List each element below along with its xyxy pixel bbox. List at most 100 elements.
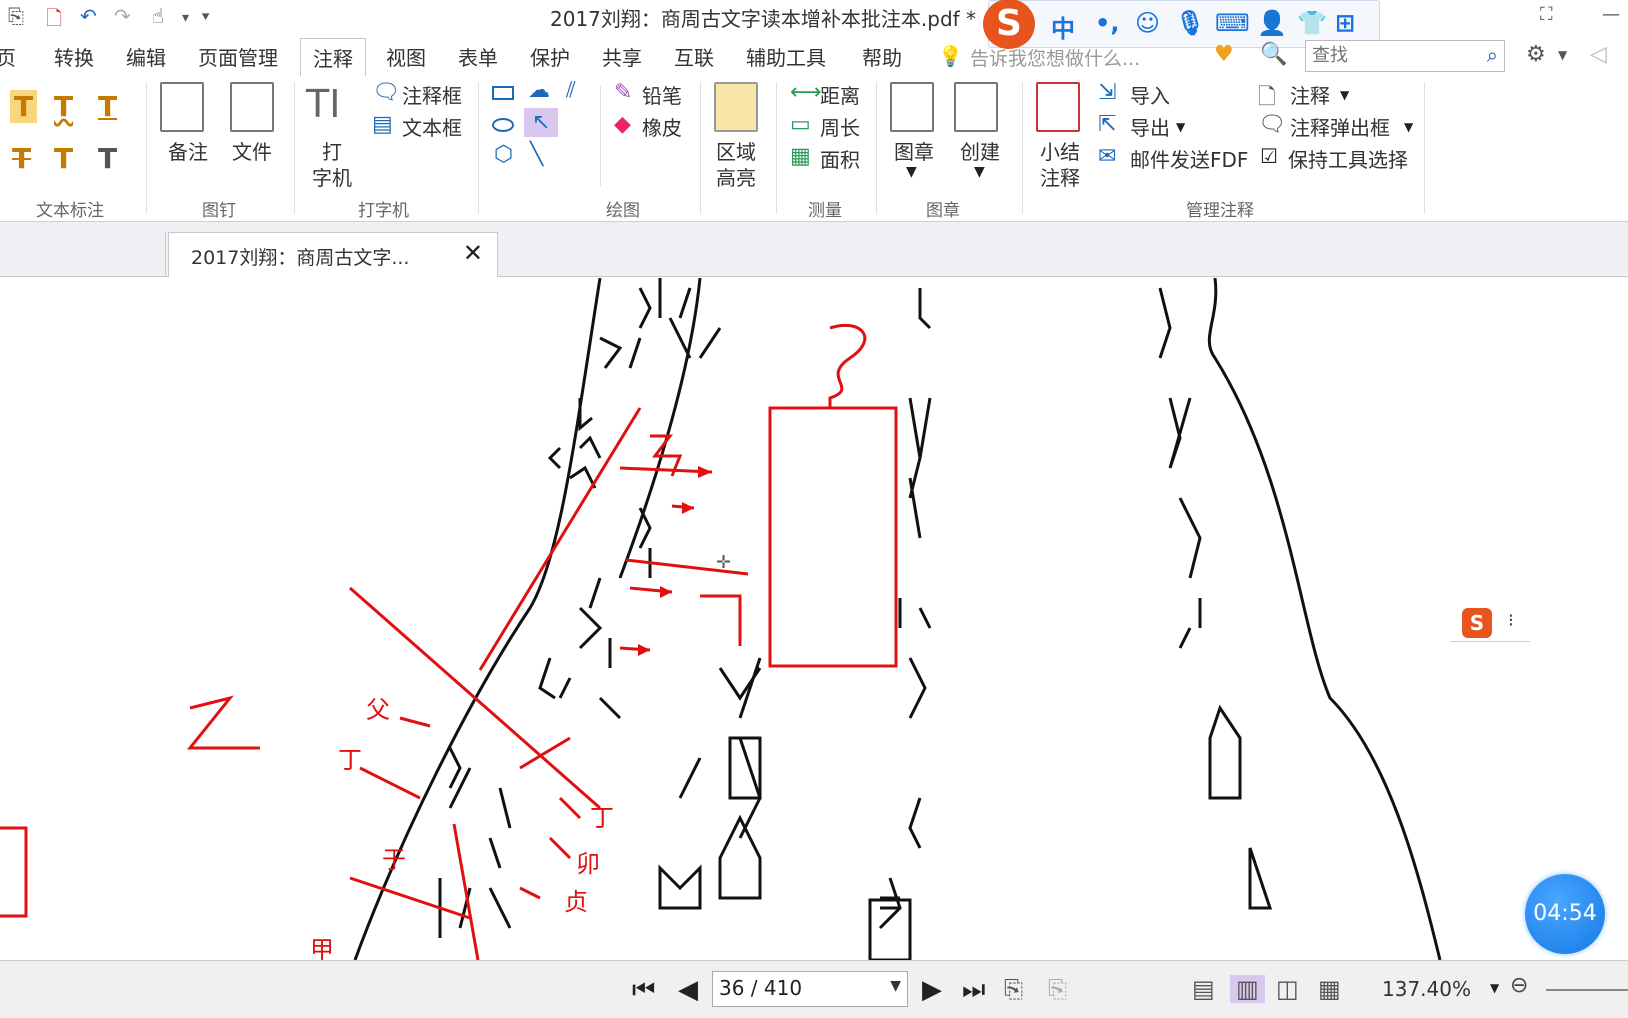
pencil-button[interactable]: 铅笔 [642, 80, 682, 109]
previous-page-icon[interactable]: ◀ [678, 975, 698, 1005]
arrow-select-icon[interactable]: ↖ [524, 108, 559, 137]
typewriter-label-2[interactable]: 字机 [312, 162, 352, 191]
distance-icon[interactable]: ⟷ [790, 80, 822, 105]
chevron-down-icon[interactable]: ▼ [906, 164, 917, 180]
emoji-icon[interactable]: ☺ [1135, 9, 1160, 37]
next-view-icon[interactable]: ⎘ [1048, 975, 1067, 1003]
popup-icon[interactable]: 🗨 [1258, 112, 1286, 137]
keep-tool-checkbox[interactable]: 保持工具选择 [1288, 144, 1408, 173]
zoom-out-icon[interactable]: ⊖ [1510, 973, 1528, 998]
page-number-input[interactable] [713, 972, 873, 1004]
create-button[interactable]: 创建 [960, 136, 1000, 165]
email-icon[interactable]: ✉ [1098, 144, 1116, 169]
punctuation-icon[interactable]: •, [1095, 9, 1119, 37]
menu-edit[interactable]: 编辑 [126, 42, 166, 71]
note-button[interactable]: 备注 [168, 136, 208, 165]
menu-assist-tools[interactable]: 辅助工具 [746, 42, 826, 71]
skin-icon[interactable]: 👕 [1297, 9, 1327, 37]
email-fdf-button[interactable]: 邮件发送FDF [1130, 144, 1248, 173]
previous-tab[interactable] [0, 232, 166, 277]
typewriter-label-1[interactable]: 打 [322, 136, 342, 165]
area-highlight-label-1[interactable]: 区域 [716, 136, 756, 165]
menu-page-manage[interactable]: 页面管理 [198, 42, 278, 71]
document-icon[interactable]: ⎘ [8, 4, 24, 28]
menu-icon[interactable]: ⁝ [1508, 610, 1514, 631]
menu-form[interactable]: 表单 [458, 42, 498, 71]
cloud-icon[interactable]: ☁ [528, 78, 550, 103]
search-field[interactable]: ⌕ [1305, 40, 1505, 72]
oval-icon[interactable] [492, 118, 514, 132]
file-attach-icon[interactable] [230, 82, 274, 132]
textbox-button[interactable]: 文本框 [402, 112, 462, 141]
insert-text-icon[interactable]: T [98, 142, 117, 175]
area-measure-icon[interactable]: ▦ [790, 144, 811, 169]
callout-button[interactable]: 注释框 [402, 80, 462, 109]
hand-tool-icon[interactable]: ☝ [152, 4, 164, 28]
search-icon[interactable]: ⌕ [1487, 43, 1498, 67]
eraser-icon[interactable]: ◆ [614, 112, 631, 137]
heart-icon[interactable]: ♥ [1214, 42, 1234, 67]
typewriter-icon[interactable]: TI [306, 82, 340, 126]
chevron-down-icon[interactable]: ▼ [890, 978, 901, 994]
chevron-down-icon[interactable]: ▾ [182, 10, 189, 26]
sogou-float-widget[interactable]: S ⁝ [1450, 606, 1530, 642]
annotation-button[interactable]: 注释 [1290, 80, 1330, 109]
summary-icon[interactable] [1036, 82, 1080, 132]
squiggly-icon[interactable]: T [54, 90, 73, 123]
sogou-logo-icon[interactable]: S [1462, 608, 1492, 638]
document-view[interactable]: 父 丁 丁 卯 于 贞 甲 ✛ S ⁝ 04:54 [0, 278, 1628, 960]
stamp-icon[interactable] [890, 82, 934, 132]
customize-icon[interactable]: ⯆ [200, 10, 211, 26]
collapse-ribbon-icon[interactable]: ◁ [1590, 42, 1607, 67]
replace-text-icon[interactable]: T [54, 142, 73, 175]
keyboard-icon[interactable]: ⌨ [1215, 9, 1250, 37]
highlight-text-icon[interactable]: T [10, 90, 38, 123]
callout-icon[interactable]: 🗨 [372, 80, 400, 105]
close-icon[interactable]: ✕ [463, 239, 483, 267]
gear-icon[interactable]: ⚙ [1526, 42, 1546, 67]
polygon-icon[interactable]: ⬡ [494, 142, 513, 167]
menu-connect[interactable]: 互联 [674, 42, 714, 71]
search-doc-icon[interactable]: 🔍 [1260, 42, 1287, 67]
next-page-icon[interactable]: ▶ [922, 975, 942, 1005]
undo-icon[interactable]: ↶ [80, 4, 97, 28]
strikeout-icon[interactable]: T [12, 142, 31, 175]
create-stamp-icon[interactable] [954, 82, 998, 132]
import-icon[interactable]: ⇲ [1098, 80, 1116, 105]
zoom-level[interactable]: 137.40% [1382, 977, 1471, 1001]
file-button[interactable]: 文件 [232, 136, 272, 165]
minimize-icon[interactable]: — [1602, 4, 1620, 25]
search-input[interactable] [1306, 41, 1466, 69]
menu-comment[interactable]: 注释 [300, 38, 366, 76]
summary-label-1[interactable]: 小结 [1040, 136, 1080, 165]
menu-convert[interactable]: 转换 [54, 42, 94, 71]
continuous-facing-icon[interactable]: ▦ [1318, 975, 1341, 1003]
menu-view[interactable]: 视图 [386, 42, 426, 71]
line-icon[interactable]: ╲ [530, 142, 543, 167]
area-highlight-label-2[interactable]: 高亮 [716, 162, 756, 191]
distance-button[interactable]: 距离 [820, 80, 860, 109]
checkbox-checked-icon[interactable]: ☑ [1260, 144, 1278, 168]
user-icon[interactable]: 👤 [1257, 9, 1287, 37]
polyline-icon[interactable]: ⫽ [566, 78, 576, 103]
continuous-page-icon[interactable]: ▥ [1230, 975, 1265, 1003]
menu-protect[interactable]: 保护 [530, 42, 570, 71]
document-tab[interactable]: 2017刘翔：商周古文字... ✕ [168, 232, 498, 277]
export-icon[interactable]: ⇱ [1098, 112, 1116, 137]
single-page-icon[interactable]: ▤ [1192, 975, 1215, 1003]
perimeter-icon[interactable]: ▭ [790, 112, 811, 137]
toolbox-icon[interactable]: ⊞ [1335, 9, 1355, 37]
annot-popup-button[interactable]: 注释弹出框 [1290, 112, 1390, 141]
fullscreen-icon[interactable]: ⛶ [1540, 4, 1553, 25]
page-selector[interactable]: ▼ [712, 971, 908, 1007]
stamp-button[interactable]: 图章 [894, 136, 934, 165]
new-file-icon[interactable]: 🗋 [46, 4, 62, 38]
zoom-slider[interactable] [1546, 989, 1628, 991]
note-icon[interactable] [160, 82, 204, 132]
menu-help[interactable]: 帮助 [862, 42, 902, 71]
textbox-icon[interactable]: ▤ [372, 112, 393, 137]
prev-view-icon[interactable]: ⎘ [1004, 975, 1023, 1003]
first-page-icon[interactable]: ⏮ [632, 975, 655, 1006]
chevron-down-icon[interactable]: ▼ [1490, 981, 1499, 995]
tell-me-input[interactable]: 告诉我您想做什么... [970, 44, 1140, 71]
